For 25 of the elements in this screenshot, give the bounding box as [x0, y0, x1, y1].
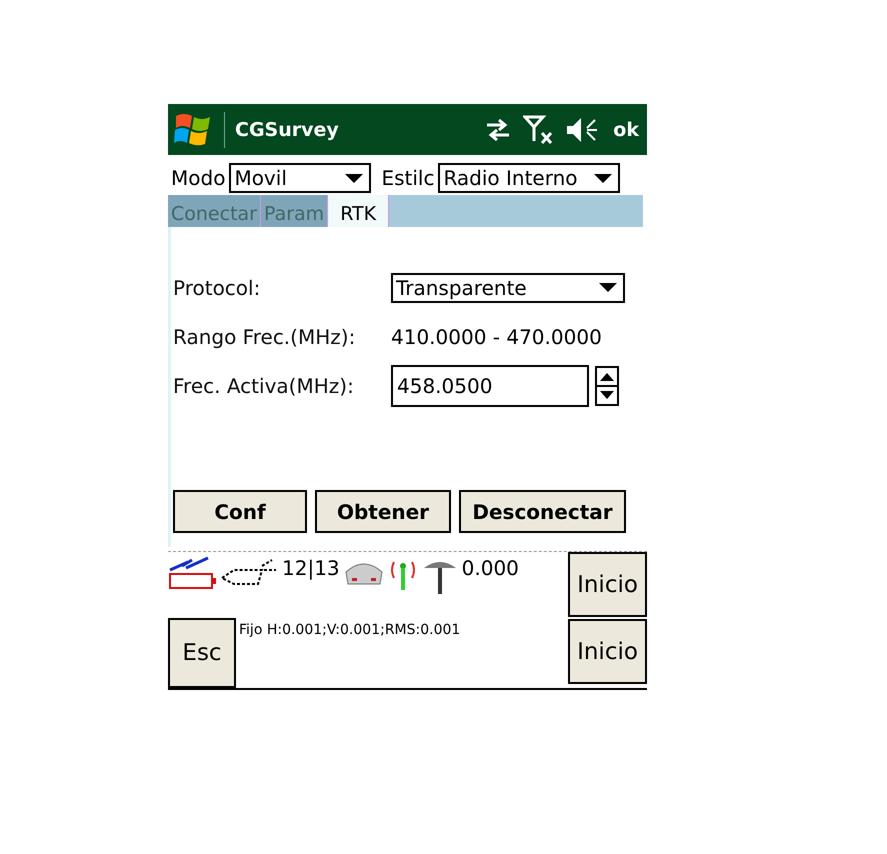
start-button[interactable]: Inicio — [568, 552, 647, 617]
protocol-dropdown[interactable]: Transparente — [391, 272, 625, 302]
selector-label: Modo — [171, 166, 226, 190]
spinner-icon[interactable] — [595, 366, 619, 406]
action-button[interactable]: Desconectar — [459, 490, 626, 533]
start-button[interactable]: Inicio — [568, 619, 647, 684]
speaker-icon[interactable] — [565, 116, 600, 144]
range-label: Rango Frec.(MHz): — [173, 324, 356, 348]
satellite-count: 12|13 — [282, 556, 340, 580]
action-button[interactable]: Conf — [173, 490, 307, 533]
selector-label: Estilc — [381, 166, 434, 190]
protocol-label: Protocol: — [173, 276, 262, 300]
solution-text: Fijo H:0.001;V:0.001;RMS:0.001 — [239, 621, 460, 638]
dropdown[interactable]: Radio Interno — [438, 163, 620, 193]
action-button[interactable]: Obtener — [315, 490, 451, 533]
frequency-label: Frec. Activa(MHz): — [173, 374, 355, 398]
range-value: 410.0000 - 470.0000 — [391, 324, 602, 348]
app-title: CGSurvey — [235, 118, 339, 140]
ok-button[interactable]: ok — [609, 118, 639, 140]
height-value: 0.000 — [462, 556, 519, 580]
battery-icon — [168, 572, 218, 590]
tab[interactable]: RTK — [328, 195, 390, 227]
frequency-field[interactable]: 458.0500 — [391, 364, 589, 406]
dropdown[interactable]: Movil — [229, 163, 372, 193]
escape-button[interactable]: Esc — [168, 618, 236, 688]
